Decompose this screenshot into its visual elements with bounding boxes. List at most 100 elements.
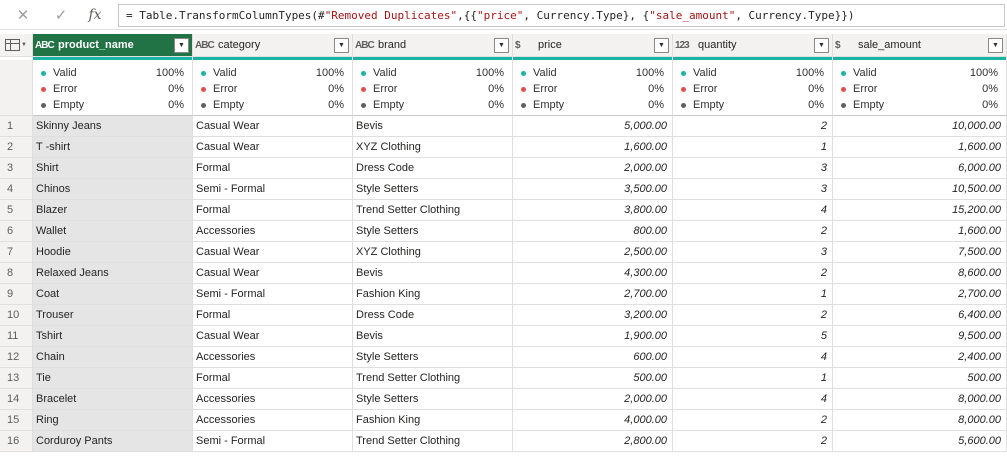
cell-brand[interactable]: Trend Setter Clothing [353,431,513,452]
cell-product_name[interactable]: Bracelet [33,389,193,410]
cell-quantity[interactable]: 2 [673,410,833,431]
cell-product_name[interactable]: Blazer [33,200,193,221]
cell-product_name[interactable]: Ring [33,410,193,431]
whole-number-type-icon[interactable]: 123 [675,40,695,51]
cell-category[interactable]: Casual Wear [193,242,353,263]
cell-quantity[interactable]: 2 [673,116,833,137]
cell-price[interactable]: 2,000.00 [513,389,673,410]
cell-product_name[interactable]: Relaxed Jeans [33,263,193,284]
cell-product_name[interactable]: Skinny Jeans [33,116,193,137]
cell-price[interactable]: 3,200.00 [513,305,673,326]
cell-sale_amount[interactable]: 8,000.00 [833,410,1007,431]
cell-product_name[interactable]: T -shirt [33,137,193,158]
cell-price[interactable]: 4,000.00 [513,410,673,431]
cell-brand[interactable]: Fashion King [353,284,513,305]
cell-price[interactable]: 600.00 [513,347,673,368]
column-header-quantity[interactable]: 123 quantity ▼ [673,34,833,57]
cell-brand[interactable]: XYZ Clothing [353,137,513,158]
filter-dropdown-button[interactable]: ▼ [814,37,829,53]
cell-category[interactable]: Semi - Formal [193,179,353,200]
cell-category[interactable]: Accessories [193,389,353,410]
cell-price[interactable]: 3,800.00 [513,200,673,221]
cell-price[interactable]: 1,600.00 [513,137,673,158]
filter-dropdown-button[interactable]: ▼ [654,37,669,53]
cell-sale_amount[interactable]: 10,500.00 [833,179,1007,200]
cell-sale_amount[interactable]: 5,600.00 [833,431,1007,452]
cell-product_name[interactable]: Corduroy Pants [33,431,193,452]
column-header-brand[interactable]: ABC brand ▼ [353,34,513,57]
cell-product_name[interactable]: Chinos [33,179,193,200]
cell-price[interactable]: 500.00 [513,368,673,389]
cell-sale_amount[interactable]: 2,700.00 [833,284,1007,305]
cell-sale_amount[interactable]: 10,000.00 [833,116,1007,137]
filter-dropdown-button[interactable]: ▼ [494,37,509,53]
cell-price[interactable]: 3,500.00 [513,179,673,200]
cell-category[interactable]: Casual Wear [193,263,353,284]
cell-product_name[interactable]: Coat [33,284,193,305]
cell-quantity[interactable]: 2 [673,221,833,242]
cell-category[interactable]: Formal [193,368,353,389]
cell-quantity[interactable]: 1 [673,137,833,158]
filter-dropdown-button[interactable]: ▼ [334,37,349,53]
cell-category[interactable]: Casual Wear [193,326,353,347]
cell-brand[interactable]: XYZ Clothing [353,242,513,263]
cell-brand[interactable]: Style Setters [353,347,513,368]
cell-sale_amount[interactable]: 7,500.00 [833,242,1007,263]
row-number[interactable]: 3 [0,158,33,179]
row-number[interactable]: 16 [0,431,33,452]
cell-product_name[interactable]: Trouser [33,305,193,326]
row-number[interactable]: 8 [0,263,33,284]
cell-product_name[interactable]: Tie [33,368,193,389]
cell-quantity[interactable]: 1 [673,284,833,305]
cell-product_name[interactable]: Shirt [33,158,193,179]
cell-brand[interactable]: Bevis [353,116,513,137]
row-number[interactable]: 15 [0,410,33,431]
cell-quantity[interactable]: 4 [673,347,833,368]
cell-sale_amount[interactable]: 500.00 [833,368,1007,389]
text-type-icon[interactable]: ABC [195,40,215,51]
cell-brand[interactable]: Dress Code [353,305,513,326]
cell-price[interactable]: 2,000.00 [513,158,673,179]
filter-dropdown-button[interactable]: ▼ [174,37,189,53]
cell-quantity[interactable]: 2 [673,305,833,326]
currency-type-icon[interactable]: $ [515,40,535,51]
cell-quantity[interactable]: 1 [673,368,833,389]
cell-quantity[interactable]: 3 [673,158,833,179]
cell-category[interactable]: Formal [193,200,353,221]
cell-category[interactable]: Casual Wear [193,137,353,158]
cell-category[interactable]: Formal [193,305,353,326]
cell-category[interactable]: Semi - Formal [193,284,353,305]
row-number[interactable]: 4 [0,179,33,200]
cell-price[interactable]: 2,800.00 [513,431,673,452]
cell-product_name[interactable]: Tshirt [33,326,193,347]
column-header-price[interactable]: $ price ▼ [513,34,673,57]
cell-quantity[interactable]: 4 [673,200,833,221]
cell-category[interactable]: Accessories [193,221,353,242]
row-number[interactable]: 6 [0,221,33,242]
text-type-icon[interactable]: ABC [35,40,55,51]
cell-brand[interactable]: Bevis [353,326,513,347]
cell-price[interactable]: 1,900.00 [513,326,673,347]
formula-input[interactable]: = Table.TransformColumnTypes(#"Removed D… [118,4,1005,27]
text-type-icon[interactable]: ABC [355,40,375,51]
cell-price[interactable]: 4,300.00 [513,263,673,284]
row-number[interactable]: 13 [0,368,33,389]
cell-brand[interactable]: Bevis [353,263,513,284]
currency-type-icon[interactable]: $ [835,40,855,51]
cell-category[interactable]: Accessories [193,410,353,431]
cell-quantity[interactable]: 4 [673,389,833,410]
cell-quantity[interactable]: 3 [673,242,833,263]
filter-dropdown-button[interactable]: ▼ [988,37,1003,53]
row-number[interactable]: 2 [0,137,33,158]
cell-sale_amount[interactable]: 1,600.00 [833,137,1007,158]
close-icon[interactable]: ✕ [12,5,34,25]
cell-sale_amount[interactable]: 6,400.00 [833,305,1007,326]
cell-price[interactable]: 2,700.00 [513,284,673,305]
cell-sale_amount[interactable]: 6,000.00 [833,158,1007,179]
cell-brand[interactable]: Style Setters [353,221,513,242]
cell-brand[interactable]: Trend Setter Clothing [353,200,513,221]
cell-brand[interactable]: Style Setters [353,179,513,200]
cell-sale_amount[interactable]: 9,500.00 [833,326,1007,347]
row-number[interactable]: 11 [0,326,33,347]
row-number[interactable]: 14 [0,389,33,410]
